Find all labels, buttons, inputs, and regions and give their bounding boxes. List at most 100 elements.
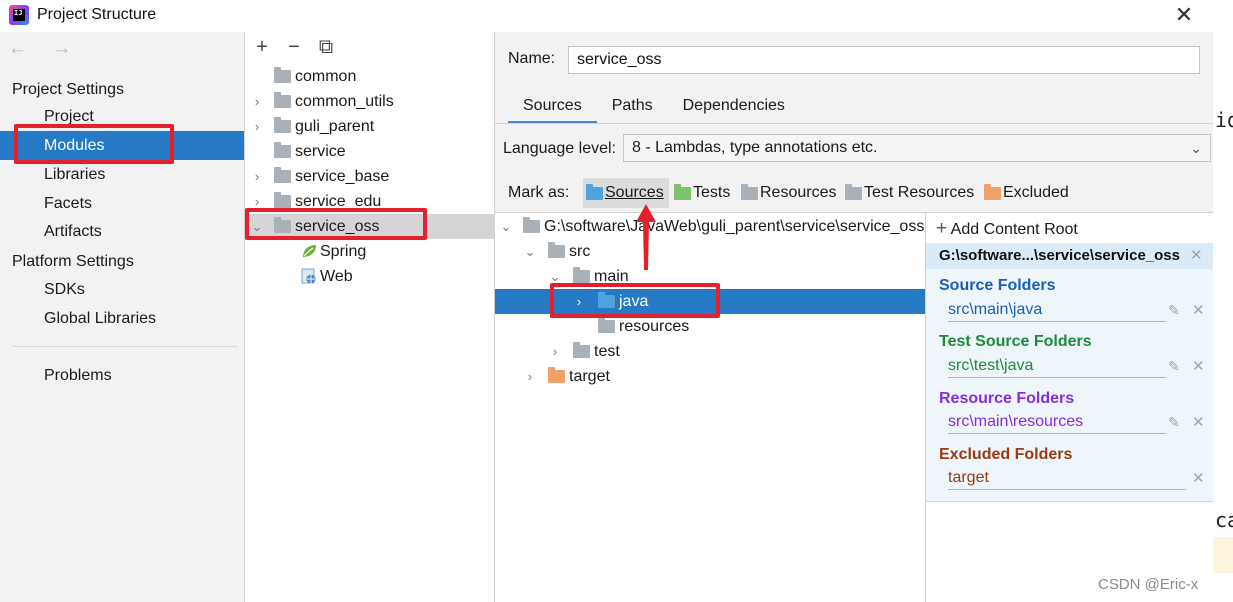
chevron-down-icon[interactable]: ⌄: [548, 264, 562, 289]
module-name-input[interactable]: [568, 46, 1200, 74]
test-resources-folder-icon: [845, 184, 862, 200]
tree-node-java[interactable]: › java: [495, 289, 925, 314]
sidebar-divider: [12, 346, 238, 347]
tree-node-test[interactable]: › test: [495, 339, 925, 364]
test-source-folder-entry: src\test\java: [948, 356, 1166, 378]
language-level-label: Language level:: [503, 140, 616, 157]
add-icon[interactable]: +: [253, 36, 271, 60]
module-item-common[interactable]: common: [245, 64, 495, 89]
platform-settings-header: Platform Settings: [12, 253, 134, 270]
sidebar-item-modules[interactable]: Modules: [0, 131, 244, 160]
back-forward-arrows-icon[interactable]: ← →: [8, 38, 81, 60]
chevron-right-icon[interactable]: ›: [250, 89, 264, 114]
tree-node-label: G:\software\JavaWeb\guli_parent\service\…: [544, 218, 925, 235]
remove-folder-icon[interactable]: ✕: [1192, 357, 1205, 375]
excluded-folder-icon: [548, 367, 565, 383]
module-item-service-base[interactable]: › service_base: [245, 164, 495, 189]
chevron-down-icon[interactable]: ⌄: [499, 214, 513, 239]
sidebar-item-libraries[interactable]: Libraries: [44, 160, 105, 189]
remove-icon[interactable]: −: [285, 36, 303, 60]
mark-as-test-resources-button[interactable]: Test Resources: [842, 178, 974, 208]
content-root-path: G:\software...\service\service_oss: [926, 243, 1214, 269]
chevron-right-icon[interactable]: ›: [548, 339, 562, 364]
edit-pencil-icon[interactable]: ✎: [1168, 302, 1180, 319]
resource-folder-entry: src\main\resources: [948, 412, 1166, 434]
tree-node-label: target: [569, 368, 610, 385]
resource-folders-title: Resource Folders: [939, 390, 1075, 407]
remove-folder-icon[interactable]: ✕: [1192, 469, 1205, 487]
module-label: service: [295, 143, 346, 160]
tree-node-label: src: [569, 243, 591, 260]
sidebar-item-global-libraries[interactable]: Global Libraries: [44, 304, 156, 333]
mark-as-sources-button[interactable]: Sources: [583, 178, 669, 208]
mark-label: Test Resources: [864, 184, 975, 201]
facet-label: Web: [320, 268, 353, 285]
background-code-fragment: id: [1215, 108, 1233, 132]
tab-paths[interactable]: Paths: [597, 92, 668, 124]
copy-icon[interactable]: ⧉: [317, 36, 335, 60]
module-settings-panel: Name: Sources Paths Dependencies Languag…: [495, 32, 1214, 602]
mark-label: Sources: [605, 184, 664, 201]
mark-as-tests-button[interactable]: Tests: [671, 178, 730, 208]
facet-item-spring[interactable]: Spring: [245, 239, 495, 264]
tree-node-main[interactable]: ⌄ main: [495, 264, 925, 289]
project-settings-header: Project Settings: [12, 81, 125, 98]
tree-node-src[interactable]: ⌄ src: [495, 239, 925, 264]
web-globe-icon: [301, 268, 316, 284]
module-label: service_edu: [295, 193, 382, 210]
language-level-value: 8 - Lambdas, type annotations etc.: [632, 139, 878, 156]
chevron-right-icon[interactable]: ›: [250, 114, 264, 139]
content-roots-panel: + Add Content Root G:\software...\servic…: [925, 212, 1214, 502]
module-item-common-utils[interactable]: › common_utils: [245, 89, 495, 114]
close-button[interactable]: ✕: [1170, 2, 1198, 30]
edit-pencil-icon[interactable]: ✎: [1168, 414, 1180, 431]
tree-node-resources[interactable]: resources: [495, 314, 925, 339]
chevron-right-icon[interactable]: ›: [250, 189, 264, 214]
folder-icon: [573, 267, 590, 283]
remove-folder-icon[interactable]: ✕: [1192, 413, 1205, 431]
module-item-service-oss[interactable]: ⌄ service_oss: [245, 214, 495, 239]
plus-icon: +: [936, 218, 948, 239]
folder-icon: [274, 192, 291, 208]
chevron-right-icon[interactable]: ›: [523, 364, 537, 389]
tree-node-label: java: [619, 293, 649, 310]
tree-node-root[interactable]: ⌄ G:\software\JavaWeb\guli_parent\servic…: [495, 214, 925, 239]
spring-leaf-icon: [303, 245, 316, 257]
mark-as-excluded-button[interactable]: Excluded: [981, 178, 1069, 208]
module-item-guli-parent[interactable]: › guli_parent: [245, 114, 495, 139]
chevron-right-icon[interactable]: ›: [250, 164, 264, 189]
resources-folder-icon: [741, 184, 758, 200]
remove-folder-icon[interactable]: ✕: [1192, 301, 1205, 319]
facet-item-web[interactable]: Web: [245, 264, 495, 289]
chevron-right-icon[interactable]: ›: [572, 289, 586, 314]
sidebar-item-sdks[interactable]: SDKs: [44, 275, 85, 304]
folder-icon: [274, 217, 291, 233]
remove-root-icon[interactable]: ✕: [1190, 246, 1203, 264]
sidebar-item-facets[interactable]: Facets: [44, 189, 92, 218]
watermark: CSDN @Eric-x: [1098, 576, 1199, 593]
module-item-service[interactable]: service: [245, 139, 495, 164]
language-level-select[interactable]: 8 - Lambdas, type annotations etc. ⌄: [623, 134, 1211, 162]
module-tabs: Sources Paths Dependencies: [508, 92, 800, 124]
chevron-down-icon[interactable]: ⌄: [523, 239, 537, 264]
module-item-service-edu[interactable]: › service_edu: [245, 189, 495, 214]
edit-pencil-icon[interactable]: ✎: [1168, 358, 1180, 375]
add-content-root-label: Add Content Root: [950, 221, 1078, 238]
chevron-down-icon[interactable]: ⌄: [250, 214, 264, 239]
sidebar-item-project[interactable]: Project: [44, 102, 94, 131]
excluded-folder-entry: target: [948, 468, 1186, 490]
sidebar-item-artifacts[interactable]: Artifacts: [44, 217, 102, 246]
tree-node-target[interactable]: › target: [495, 364, 925, 389]
add-content-root-button[interactable]: + Add Content Root: [936, 218, 1078, 240]
tab-sources[interactable]: Sources: [508, 92, 597, 124]
sidebar-item-problems[interactable]: Problems: [44, 361, 112, 390]
folder-icon: [274, 92, 291, 108]
chevron-down-icon: ⌄: [1190, 140, 1202, 156]
mark-as-resources-button[interactable]: Resources: [738, 178, 836, 208]
background-line-highlight: [1213, 537, 1233, 573]
window-title: Project Structure: [37, 6, 157, 23]
mark-label: Resources: [760, 184, 837, 201]
background-code-fragment: ca: [1215, 508, 1233, 532]
tab-dependencies[interactable]: Dependencies: [668, 92, 800, 124]
facet-label: Spring: [320, 243, 367, 260]
